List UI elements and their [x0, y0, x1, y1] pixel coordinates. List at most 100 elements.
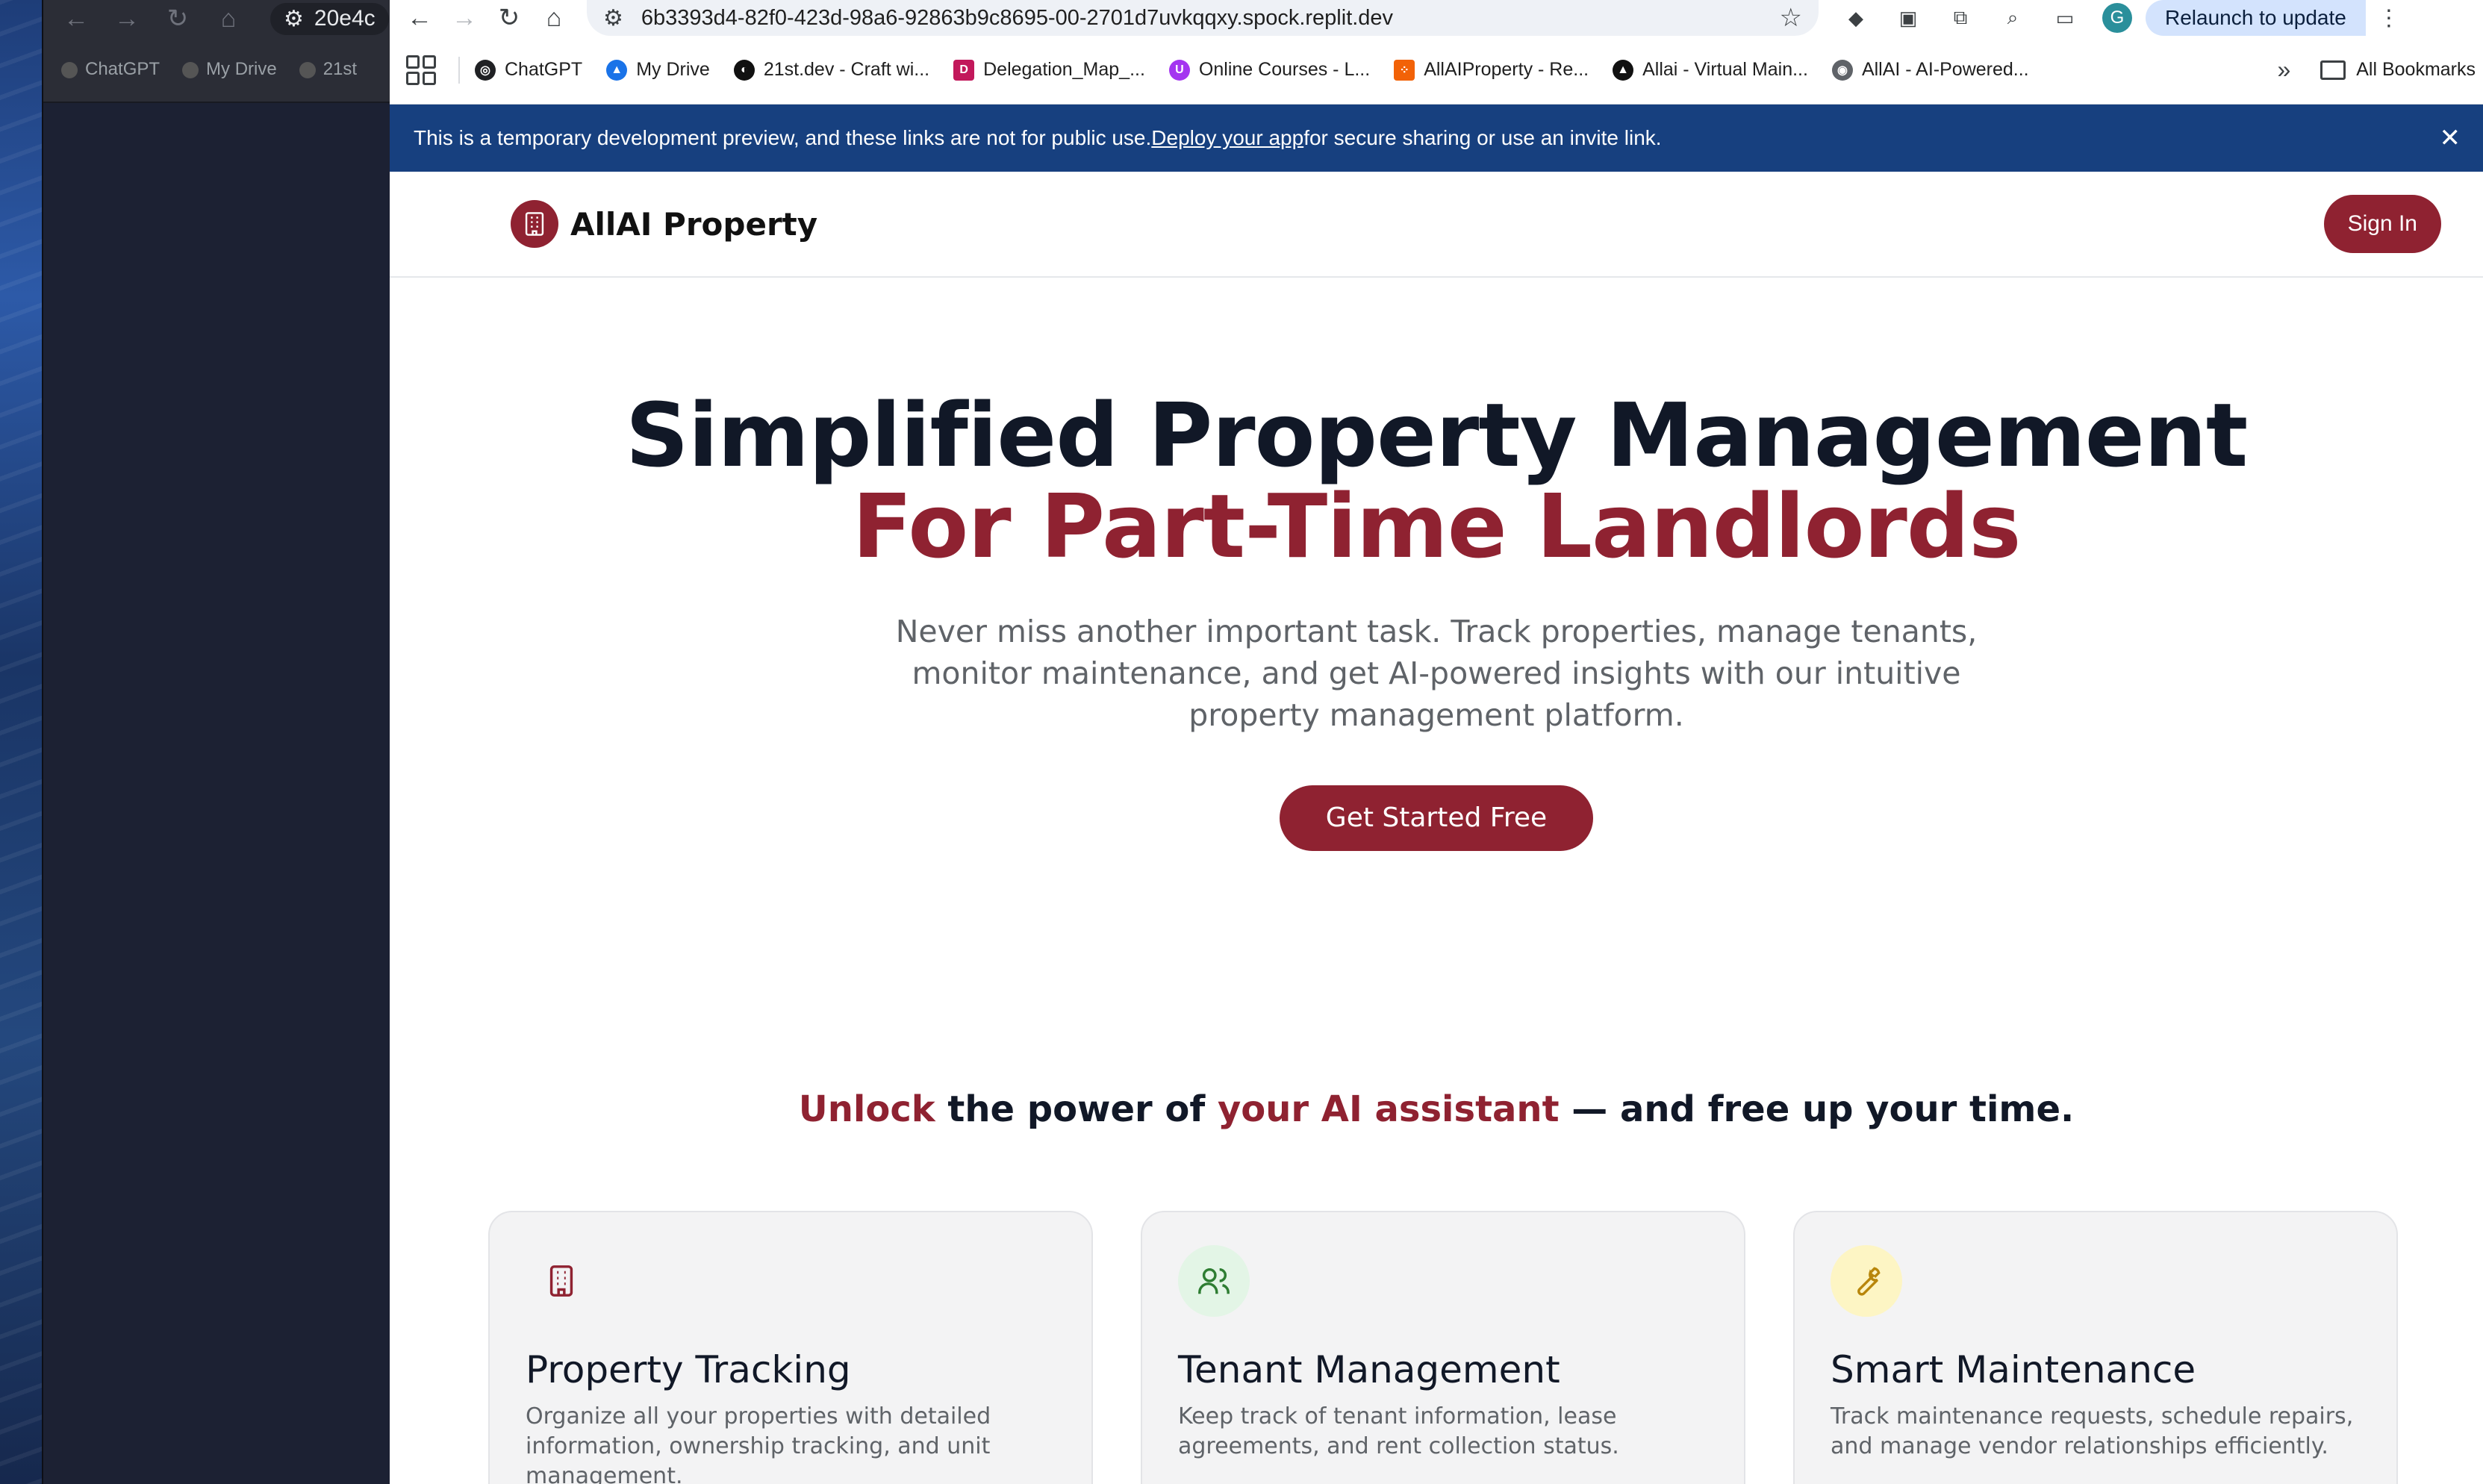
building-logo-icon	[511, 200, 558, 248]
bookmark-label: My Drive	[636, 59, 710, 80]
feature-description: Organize all your properties with detail…	[526, 1403, 991, 1484]
profile-avatar[interactable]: G	[2102, 3, 2132, 33]
replit-icon: ⁘	[1394, 59, 1415, 81]
site-header: AllAI Property Sign In	[390, 172, 2483, 278]
site-settings-icon[interactable]: ⚙	[603, 5, 623, 31]
feature-card: Smart Maintenance Track maintenance requ…	[1793, 1211, 2398, 1484]
globe-icon: ◉	[1831, 59, 1853, 81]
hero-subtitle: Never miss another important task. Track…	[895, 614, 1978, 733]
feature-title: Tenant Management	[1178, 1348, 1560, 1391]
bookmark-item[interactable]: ◉ AllAI - AI-Powered...	[1831, 59, 2029, 81]
feature-title: Smart Maintenance	[1831, 1348, 2196, 1391]
dev-preview-banner: This is a temporary development preview,…	[390, 105, 2483, 172]
bg-home-icon[interactable]: ⌂	[214, 4, 243, 34]
bookmark-item[interactable]: ▲ My Drive	[606, 59, 710, 81]
bookmark-item[interactable]: ◎ ChatGPT	[475, 59, 582, 81]
bg-bookmark-label: My Drive	[206, 59, 277, 79]
bg-bookmark-icon	[182, 61, 199, 78]
unlock-end: — and free up your time.	[1559, 1088, 2075, 1130]
url-text[interactable]: 6b3393d4-82f0-423d-98a6-92863b9c8695-00-…	[641, 6, 1762, 31]
address-bar[interactable]: ⚙ 6b3393d4-82f0-423d-98a6-92863b9c8695-0…	[587, 0, 1819, 36]
all-bookmarks-label: All Bookmarks	[2356, 59, 2476, 80]
21st-icon: ◐	[733, 59, 755, 81]
hero-title-line2: For Part-Time Landlords	[852, 475, 2021, 578]
openai-icon: ◎	[475, 59, 496, 81]
tab-search-icon[interactable]: ⌕	[1998, 3, 2028, 33]
bg-url-bar[interactable]: ⚙ 20e4c	[270, 2, 389, 35]
get-started-button[interactable]: Get Started Free	[1279, 785, 1594, 851]
browser-window: ← → ↻ ⌂ ⚙ 6b3393d4-82f0-423d-98a6-92863b…	[390, 0, 2483, 1484]
bookmark-label: ChatGPT	[505, 59, 583, 80]
bg-bookmark[interactable]: My Drive	[182, 59, 277, 80]
hero-title: Simplified Property Management For Part-…	[390, 390, 2483, 572]
unlock-ai: your AI assistant	[1217, 1088, 1560, 1130]
bg-bookmarks-bar: ChatGPT My Drive 21st	[43, 37, 393, 103]
bg-back-icon[interactable]: ←	[61, 4, 91, 34]
forward-icon[interactable]: →	[442, 0, 487, 36]
bookmark-label: AllAIProperty - Re...	[1424, 59, 1589, 80]
reload-icon[interactable]: ↻	[487, 0, 532, 36]
bg-bookmark[interactable]: ChatGPT	[61, 59, 160, 80]
puzzle-icon[interactable]: ⧉	[1945, 3, 1975, 33]
bookmark-item[interactable]: ▲ Allai - Virtual Main...	[1613, 59, 1808, 81]
extension-icon[interactable]: ◆	[1841, 3, 1871, 33]
bg-tune-icon: ⚙	[284, 6, 304, 31]
bookmark-item[interactable]: ◐ 21st.dev - Craft wi...	[733, 59, 930, 81]
feature-title: Property Tracking	[526, 1348, 851, 1391]
bg-forward-icon[interactable]: →	[112, 4, 142, 34]
feature-description: Track maintenance requests, schedule rep…	[1831, 1403, 2354, 1459]
bookmark-item[interactable]: U Online Courses - L...	[1168, 59, 1371, 81]
bookmark-label: Delegation_Map_...	[983, 59, 1145, 80]
udemy-icon: U	[1168, 59, 1190, 81]
wrench-icon	[1831, 1245, 1902, 1317]
bg-bookmark-label: 21st	[323, 59, 358, 79]
triangle-icon: ▲	[1613, 59, 1634, 81]
bg-page-content	[43, 103, 393, 1484]
bookmarks-bar: ◎ ChatGPT ▲ My Drive ◐ 21st.dev - Craft wi.…	[390, 36, 2483, 105]
users-icon	[1178, 1245, 1250, 1317]
back-icon[interactable]: ←	[397, 0, 442, 36]
home-icon[interactable]: ⌂	[532, 0, 576, 36]
folder-icon	[2320, 60, 2346, 80]
bookmark-star-icon[interactable]: ☆	[1780, 3, 1802, 33]
brand-name[interactable]: AllAI Property	[570, 206, 817, 243]
unlock-heading: Unlock the power of your AI assistant — …	[390, 1088, 2483, 1130]
bg-bookmark[interactable]: 21st	[299, 59, 357, 80]
bg-reload-icon[interactable]: ↻	[163, 4, 193, 34]
bookmark-label: 21st.dev - Craft wi...	[763, 59, 930, 80]
feature-card: Property Tracking Organize all your prop…	[488, 1211, 1093, 1484]
feature-cards: Property Tracking Organize all your prop…	[390, 1211, 2483, 1484]
all-bookmarks-button[interactable]: All Bookmarks	[2320, 59, 2476, 81]
building-icon	[526, 1245, 597, 1317]
apps-grid-icon[interactable]	[406, 54, 436, 85]
desktop-wallpaper	[0, 0, 45, 1484]
bookmark-item[interactable]: D Delegation_Map_...	[953, 59, 1145, 81]
close-icon[interactable]: ✕	[2440, 123, 2461, 153]
feature-card: Tenant Management Keep track of tenant i…	[1141, 1211, 1745, 1484]
hero-section: Simplified Property Management For Part-…	[390, 278, 2483, 851]
more-bookmarks-icon[interactable]: »	[2277, 56, 2290, 84]
bg-bookmark-label: ChatGPT	[85, 59, 161, 79]
cast-icon[interactable]: ▭	[2050, 3, 2080, 33]
bg-toolbar: ← → ↻ ⌂ ⚙ 20e4c	[43, 0, 393, 37]
drive-icon: ▲	[606, 59, 628, 81]
relaunch-button[interactable]: Relaunch to update	[2146, 0, 2366, 36]
banner-text-after: for secure sharing or use an invite link…	[1303, 126, 1662, 149]
extension-icons: ◆ ▣ ⧉ ⌕ ▭ G	[1841, 3, 2132, 33]
background-browser-window[interactable]: ← → ↻ ⌂ ⚙ 20e4c ChatGPT My Drive 21st	[42, 0, 393, 1484]
doc-icon: D	[953, 59, 975, 81]
extension-icon[interactable]: ▣	[1893, 3, 1923, 33]
bookmark-item[interactable]: ⁘ AllAIProperty - Re...	[1394, 59, 1589, 81]
sign-in-button[interactable]: Sign In	[2323, 195, 2441, 253]
bg-bookmark-icon	[61, 61, 78, 78]
deploy-link[interactable]: Deploy your app	[1151, 126, 1303, 150]
banner-text-before: This is a temporary development preview,…	[414, 126, 1152, 149]
bookmark-label: Online Courses - L...	[1198, 59, 1371, 80]
bg-bookmark-icon	[299, 61, 316, 78]
bookmark-label: Allai - Virtual Main...	[1642, 59, 1808, 80]
browser-toolbar: ← → ↻ ⌂ ⚙ 6b3393d4-82f0-423d-98a6-92863b…	[390, 0, 2483, 36]
menu-icon[interactable]: ⋮	[2378, 5, 2400, 31]
bg-url-text: 20e4c	[314, 6, 376, 31]
bookmark-label: AllAI - AI-Powered...	[1861, 59, 2029, 80]
unlock-word: Unlock	[798, 1088, 935, 1130]
